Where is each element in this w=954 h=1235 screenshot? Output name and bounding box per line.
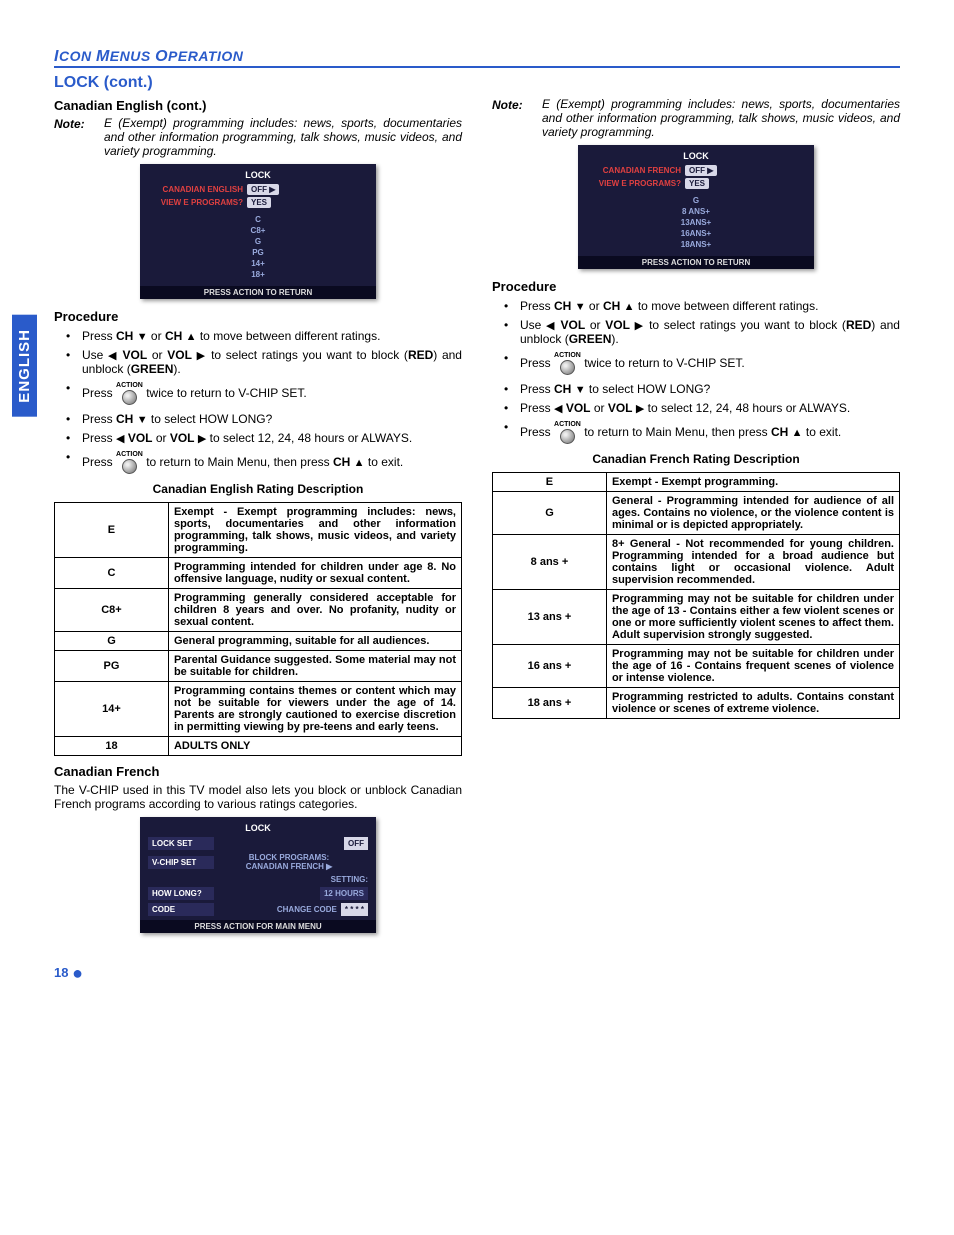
procedure-list-right: Press CH ▼ or CH ▲ to move between diffe… bbox=[492, 299, 900, 446]
page-title: LOCK (cont.) bbox=[54, 74, 900, 92]
action-button-icon: ACTION bbox=[116, 451, 143, 477]
procedure-head-right: Procedure bbox=[492, 279, 900, 294]
note-english: Note: E (Exempt) programming includes: n… bbox=[54, 117, 462, 158]
left-column: Canadian English (cont.) Note: E (Exempt… bbox=[54, 94, 462, 943]
language-tab: ENGLISH bbox=[12, 315, 37, 417]
subhead-canadian-english: Canadian English (cont.) bbox=[54, 98, 462, 113]
note-french: Note: E (Exempt) programming includes: n… bbox=[492, 98, 900, 139]
right-column: Note: E (Exempt) programming includes: n… bbox=[492, 94, 900, 943]
ratings-table-french: EExempt - Exempt programming. GGeneral -… bbox=[492, 472, 900, 719]
action-button-icon: ACTION bbox=[116, 382, 143, 408]
osd-lock-english: LOCK CANADIAN ENGLISHOFF ▶ VIEW E PROGRA… bbox=[140, 164, 376, 299]
up-triangle-icon: ▲ bbox=[186, 331, 197, 343]
page-number: 18 ● bbox=[54, 963, 900, 984]
procedure-head-left: Procedure bbox=[54, 309, 462, 324]
osd-lock-french: LOCK CANADIAN FRENCHOFF ▶ VIEW E PROGRAM… bbox=[578, 145, 814, 269]
subhead-canadian-french: Canadian French bbox=[54, 764, 462, 779]
procedure-list-left: Press CH ▼ or CH ▲ to move between diffe… bbox=[54, 329, 462, 476]
right-triangle-icon: ▶ bbox=[197, 350, 207, 362]
action-button-icon: ACTION bbox=[554, 352, 581, 378]
table-caption-french: Canadian French Rating Description bbox=[492, 452, 900, 466]
left-triangle-icon: ◀ bbox=[108, 350, 118, 362]
table-caption-english: Canadian English Rating Description bbox=[54, 482, 462, 496]
osd-lock-vchip: LOCK LOCK SETOFF V-CHIP SETBLOCK PROGRAM… bbox=[140, 817, 376, 933]
section-header: ICON MENUS OPERATION bbox=[54, 48, 900, 66]
french-intro: The V-CHIP used in this TV model also le… bbox=[54, 783, 462, 811]
action-button-icon: ACTION bbox=[554, 421, 581, 447]
ratings-table-english: EExempt - Exempt programming includes: n… bbox=[54, 502, 462, 756]
down-triangle-icon: ▼ bbox=[137, 331, 148, 343]
